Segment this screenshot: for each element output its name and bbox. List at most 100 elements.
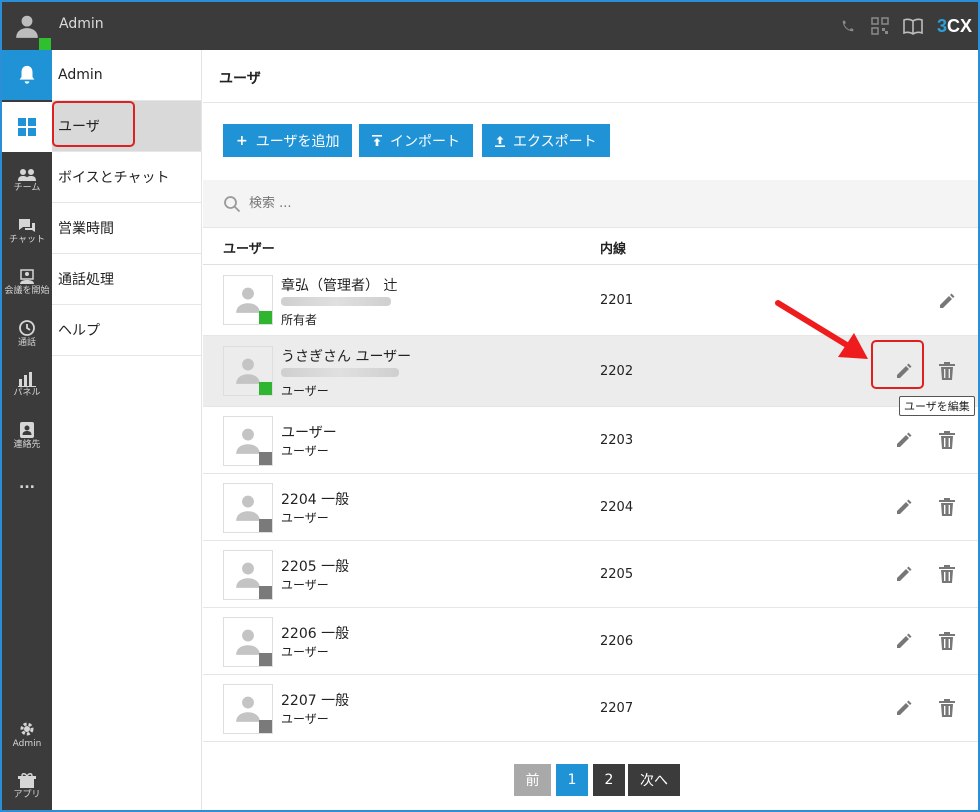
rail-panel[interactable]: パネル xyxy=(2,360,52,410)
user-name: 2204 一般 xyxy=(281,492,350,508)
subnav-item-voice-chat[interactable]: ボイスとチャット xyxy=(52,152,201,203)
status-indicator xyxy=(259,586,272,599)
table-row[interactable]: 2205 一般 ユーザー 2205 xyxy=(203,541,978,608)
blurred-email xyxy=(281,368,399,377)
blurred-email xyxy=(281,297,391,306)
table-row[interactable]: 2207 一般 ユーザー 2207 xyxy=(203,675,978,742)
highlight-box-users xyxy=(52,101,135,147)
column-header-extension[interactable]: 内線 xyxy=(600,238,626,257)
delete-button[interactable] xyxy=(935,428,959,452)
rail-label: 会議を開始 xyxy=(4,286,50,297)
search-bar xyxy=(203,180,978,228)
divider xyxy=(203,102,978,103)
edit-button[interactable] xyxy=(892,696,916,720)
window-title: Admin xyxy=(59,16,104,32)
edit-button[interactable] xyxy=(892,629,916,653)
subnav-item-office-hours[interactable]: 営業時間 xyxy=(52,203,201,254)
rail-team[interactable]: チーム xyxy=(2,156,52,206)
rail-label: パネル xyxy=(13,388,41,399)
avatar xyxy=(223,483,273,533)
main-panel: ユーザ + ユーザを追加 インポート エクスポート ユーザー 内線 xyxy=(203,50,978,810)
status-indicator xyxy=(259,382,272,395)
rail-more[interactable]: ... xyxy=(2,460,52,510)
history-icon xyxy=(19,320,35,336)
table-row[interactable]: 2206 一般 ユーザー 2206 xyxy=(203,608,978,675)
avatar xyxy=(223,346,273,396)
delete-button[interactable] xyxy=(935,359,959,383)
search-icon xyxy=(224,195,241,212)
phone-icon[interactable] xyxy=(839,17,857,35)
user-role: ユーザー xyxy=(281,578,329,592)
meeting-icon xyxy=(20,269,34,285)
extension-number: 2207 xyxy=(600,701,634,716)
avatar xyxy=(223,275,273,325)
extension-number: 2202 xyxy=(600,364,634,379)
add-user-button[interactable]: + ユーザを追加 xyxy=(223,124,353,157)
rail-meeting[interactable]: 会議を開始 xyxy=(2,258,52,308)
user-role: ユーザー xyxy=(281,384,329,398)
avatar xyxy=(223,617,273,667)
import-button[interactable]: インポート xyxy=(359,124,473,157)
brand-logo: 3CX xyxy=(936,15,972,36)
rail-admin[interactable]: Admin xyxy=(2,710,52,760)
rail-contacts[interactable]: 連絡先 xyxy=(2,411,52,461)
search-input[interactable] xyxy=(249,196,549,211)
subnav-item-help[interactable]: ヘルプ xyxy=(52,305,201,356)
user-avatar[interactable] xyxy=(2,2,52,50)
table-header: ユーザー 内線 xyxy=(203,228,978,265)
person-icon xyxy=(236,629,260,655)
table-row[interactable]: 2204 一般 ユーザー 2204 xyxy=(203,474,978,541)
pencil-icon xyxy=(897,566,912,581)
qr-code-icon[interactable] xyxy=(871,17,889,35)
pencil-icon xyxy=(897,633,912,648)
trash-icon xyxy=(939,498,955,516)
import-icon xyxy=(372,134,382,146)
rail-label: アプリ xyxy=(13,790,41,801)
pagination-next[interactable]: 次へ xyxy=(628,764,680,796)
subnav-item-admin[interactable]: Admin xyxy=(52,50,201,101)
person-icon xyxy=(236,428,260,454)
rail-label: 通話 xyxy=(17,338,36,349)
delete-button[interactable] xyxy=(935,562,959,586)
user-name: 2206 一般 xyxy=(281,626,350,642)
user-role: ユーザー xyxy=(281,511,329,525)
edit-button[interactable] xyxy=(892,495,916,519)
extension-number: 2204 xyxy=(600,500,634,515)
edit-button[interactable] xyxy=(892,428,916,452)
pagination-page-2[interactable]: 2 xyxy=(593,764,625,796)
edit-button[interactable] xyxy=(935,289,959,313)
avatar xyxy=(223,550,273,600)
windows-icon xyxy=(18,118,36,136)
delete-button[interactable] xyxy=(935,696,959,720)
left-rail: チーム チャット 会議を開始 通話 パネル 連絡先 ... Admin アプリ xyxy=(2,50,52,810)
rail-notifications[interactable] xyxy=(2,50,52,100)
status-indicator xyxy=(259,519,272,532)
gear-icon xyxy=(20,722,34,736)
delete-button[interactable] xyxy=(935,629,959,653)
rail-admin-console[interactable] xyxy=(2,102,52,152)
user-name: うさぎさん ユーザー xyxy=(281,349,412,365)
top-bar: Admin 3CX xyxy=(2,2,978,50)
book-icon[interactable] xyxy=(903,17,923,35)
rail-label: Admin xyxy=(12,739,42,750)
bell-icon xyxy=(19,65,35,84)
extension-number: 2203 xyxy=(600,433,634,448)
rail-chat[interactable]: チャット xyxy=(2,207,52,257)
pencil-icon xyxy=(940,293,955,308)
column-header-user[interactable]: ユーザー xyxy=(223,238,275,257)
subnav-item-call-handling[interactable]: 通話処理 xyxy=(52,254,201,305)
edit-tooltip: ユーザを編集 xyxy=(899,396,975,416)
rail-apps[interactable]: アプリ xyxy=(2,762,52,810)
rail-label: チャット xyxy=(9,235,45,246)
delete-button[interactable] xyxy=(935,495,959,519)
rail-label: チーム xyxy=(13,183,41,194)
pencil-icon xyxy=(897,499,912,514)
edit-button[interactable] xyxy=(892,562,916,586)
pagination-page-1[interactable]: 1 xyxy=(556,764,588,796)
rail-calls[interactable]: 通話 xyxy=(2,309,52,359)
export-button[interactable]: エクスポート xyxy=(482,124,610,157)
pagination-prev[interactable]: 前 xyxy=(514,764,551,796)
user-name: ユーザー xyxy=(281,425,337,441)
extension-number: 2201 xyxy=(600,293,634,308)
table-row[interactable]: ユーザー ユーザー 2203 xyxy=(203,407,978,474)
